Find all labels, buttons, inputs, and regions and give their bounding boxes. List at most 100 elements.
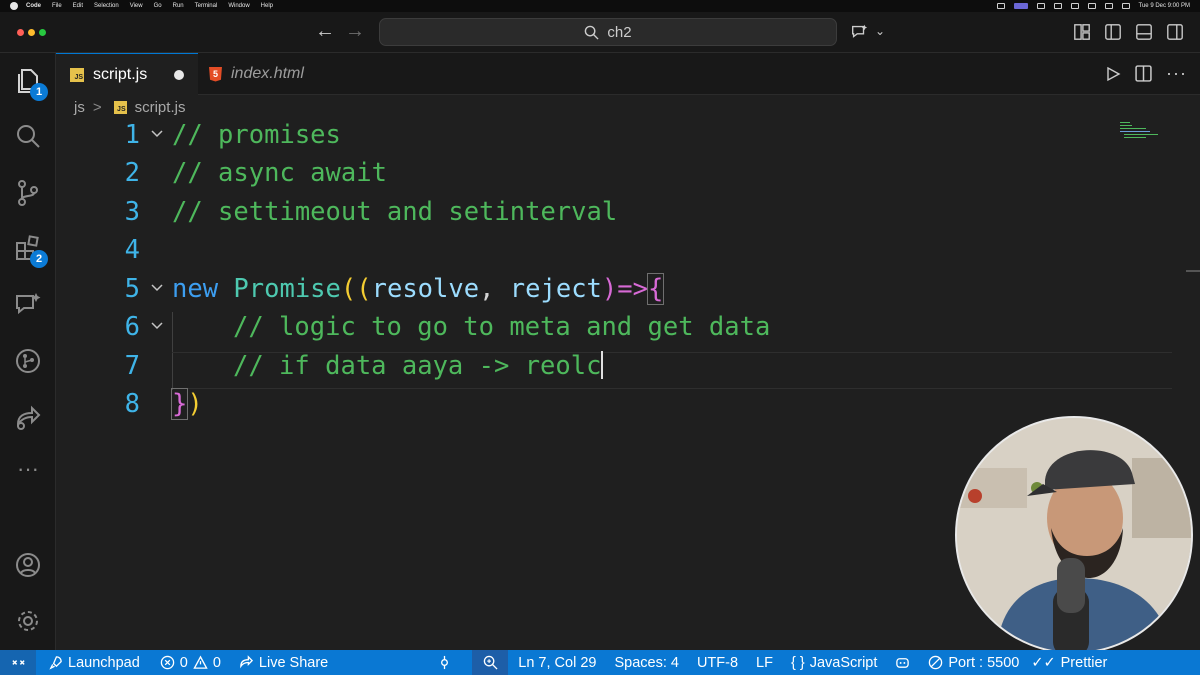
brace-close: } [170, 388, 189, 420]
code-content: new Promise((resolve, reject)=>{ [172, 273, 665, 305]
fold-chevron-icon[interactable] [150, 318, 164, 332]
battery-icon[interactable] [1087, 3, 1096, 9]
code-line[interactable]: 5 new Promise((resolve, reject)=>{ [56, 273, 1146, 312]
tray-icon[interactable] [1070, 3, 1079, 9]
menu-view[interactable]: View [130, 3, 143, 9]
code-line-active[interactable]: 7 // if data aaya -> reolc [56, 351, 1146, 389]
forward-arrow-icon[interactable]: → [345, 20, 365, 43]
macos-menu-bar: Code File Edit Selection View Go Run Ter… [0, 0, 1200, 12]
explorer-icon[interactable]: 1 [13, 66, 48, 101]
menu-edit[interactable]: Edit [73, 3, 83, 9]
unsaved-dot-icon[interactable] [174, 70, 184, 80]
indentation-item[interactable]: Spaces: 4 [614, 650, 679, 675]
more-icon[interactable]: ··· [13, 458, 43, 488]
maximize-window-button[interactable] [39, 29, 46, 36]
port-label: Port : 5500 [948, 654, 1020, 671]
git-indicator-icon[interactable] [437, 650, 452, 675]
menu-terminal[interactable]: Terminal [195, 3, 218, 9]
menu-help[interactable]: Help [261, 3, 273, 9]
arrow-operator: => [617, 274, 648, 304]
tab-index-html[interactable]: 5 index.html [199, 53, 396, 95]
tray-icon[interactable] [996, 3, 1005, 9]
code-content: }) [170, 388, 203, 420]
comment: // logic to go to meta and get data [233, 312, 771, 342]
code-line[interactable]: 1 // promises [56, 120, 1146, 158]
zoom-icon[interactable] [472, 650, 509, 675]
run-icon[interactable] [1105, 66, 1121, 82]
chat-sparkle-icon[interactable] [13, 290, 43, 320]
line-number: 7 [124, 351, 140, 381]
tray-icon[interactable] [1036, 3, 1045, 9]
source-control-icon[interactable] [13, 178, 43, 208]
comment: // async await [172, 158, 387, 188]
error-icon [160, 655, 175, 670]
menu-file[interactable]: File [52, 3, 62, 9]
split-editor-icon[interactable] [1135, 65, 1152, 82]
command-center-search[interactable]: ch2 [379, 18, 837, 46]
extensions-icon[interactable]: 2 [13, 233, 48, 268]
problems-item[interactable]: 0 0 [160, 650, 221, 675]
param-resolve: resolve [371, 274, 480, 304]
chevron-down-icon[interactable]: ⌄ [875, 24, 885, 38]
javascript-file-icon: JS [113, 101, 127, 114]
menu-run[interactable]: Run [173, 3, 184, 9]
minimize-window-button[interactable] [28, 29, 35, 36]
control-center-icon[interactable] [1121, 3, 1130, 9]
close-window-button[interactable] [17, 29, 24, 36]
breadcrumb-file[interactable]: script.js [135, 99, 186, 116]
accounts-icon[interactable] [13, 550, 43, 580]
live-share-icon[interactable] [13, 402, 43, 432]
customize-layout-icon[interactable] [1073, 23, 1091, 41]
menu-go[interactable]: Go [154, 3, 162, 9]
wifi-icon[interactable] [1104, 3, 1113, 9]
encoding-item[interactable]: UTF-8 [697, 650, 738, 675]
breadcrumb-folder[interactable]: js [74, 99, 85, 116]
comment: // settimeout and setinterval [172, 197, 618, 227]
comma: , [479, 274, 510, 304]
double-check-icon: ✓✓ [1031, 654, 1056, 671]
code-line[interactable]: 6 // logic to go to meta and get data [56, 312, 1146, 350]
copilot-chat-icon[interactable] [850, 23, 868, 41]
breadcrumb-separator: > [92, 99, 102, 116]
live-server-port-item[interactable]: Port : 5500 [928, 650, 1019, 675]
eol-item[interactable]: LF [756, 650, 773, 675]
encoding-label: UTF-8 [696, 654, 739, 671]
back-arrow-icon[interactable]: ← [315, 20, 335, 43]
code-line[interactable]: 3 // settimeout and setinterval [56, 197, 1146, 235]
tray-highlight-icon[interactable] [1013, 3, 1028, 9]
line-number: 5 [124, 274, 140, 304]
code-line[interactable]: 2 // async await [56, 158, 1146, 196]
language-mode-item[interactable]: { } JavaScript [791, 650, 877, 675]
toggle-secondary-sidebar-icon[interactable] [1166, 23, 1184, 41]
search-icon[interactable] [13, 121, 43, 151]
tab-script-js[interactable]: JS script.js [56, 53, 198, 95]
menu-bar-clock[interactable]: Tue 9 Dec 9:00 PM [1139, 3, 1190, 9]
toggle-primary-sidebar-icon[interactable] [1104, 23, 1122, 41]
vertical-scrollbar[interactable] [1186, 270, 1200, 272]
menu-window[interactable]: Window [228, 3, 249, 9]
remote-indicator-icon[interactable] [0, 650, 36, 675]
breadcrumb: js > JS script.js [56, 95, 1200, 120]
line-number: 1 [124, 120, 140, 150]
tray-icon[interactable] [1053, 3, 1062, 9]
menu-code[interactable]: Code [26, 3, 41, 9]
menu-selection[interactable]: Selection [94, 3, 119, 9]
live-share-item[interactable]: Live Share [239, 650, 328, 675]
minimap[interactable] [1120, 120, 1170, 140]
fold-chevron-icon[interactable] [150, 280, 164, 294]
toggle-panel-icon[interactable] [1135, 23, 1153, 41]
cursor-position[interactable]: Ln 7, Col 29 [518, 650, 596, 675]
copilot-status-icon[interactable] [895, 650, 910, 675]
fold-chevron-icon[interactable] [150, 126, 164, 140]
paren-close: ) [187, 389, 203, 419]
apple-icon[interactable] [10, 2, 18, 10]
warning-count: 0 [212, 654, 221, 671]
more-actions-icon[interactable]: ··· [1166, 63, 1187, 84]
code-line[interactable]: 4 [56, 235, 1146, 273]
language-label: JavaScript [809, 654, 878, 671]
launchpad-item[interactable]: Launchpad [48, 650, 140, 675]
settings-gear-icon[interactable] [13, 606, 43, 636]
run-and-debug-icon[interactable] [13, 346, 43, 376]
code-line[interactable]: 8 }) [56, 388, 1146, 427]
prettier-item[interactable]: ✓✓ Prettier [1031, 650, 1107, 675]
